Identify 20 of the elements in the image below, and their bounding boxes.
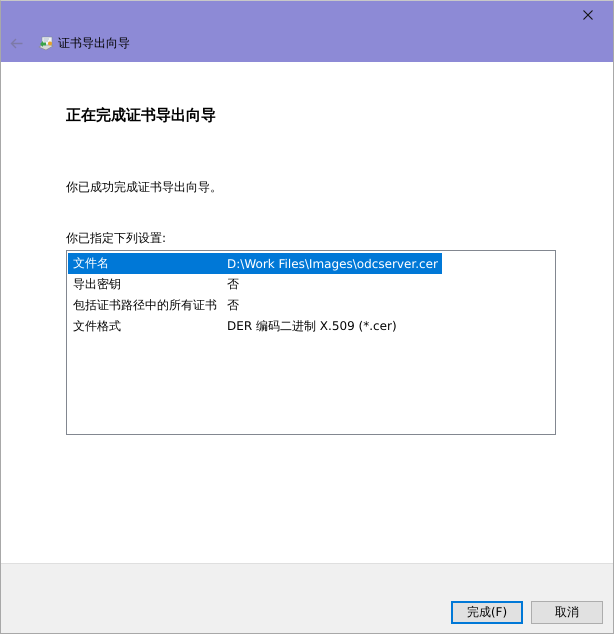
setting-value: 否 xyxy=(227,297,239,314)
settings-row[interactable]: 包括证书路径中的所有证书 否 xyxy=(68,295,243,316)
settings-label: 你已指定下列设置: xyxy=(66,230,168,246)
setting-name: 导出密钥 xyxy=(73,276,122,293)
setting-value: DER 编码二进制 X.509 (*.cer) xyxy=(227,318,397,335)
setting-value: D:\Work Files\Images\odcserver.cer xyxy=(227,256,438,270)
settings-row[interactable]: 文件格式 DER 编码二进制 X.509 (*.cer) xyxy=(68,316,401,337)
settings-row[interactable]: 导出密钥 否 xyxy=(68,274,243,295)
setting-name: 文件格式 xyxy=(73,318,122,335)
finish-button[interactable]: 完成(F) xyxy=(451,601,523,624)
cancel-button[interactable]: 取消 xyxy=(531,601,603,624)
certificate-icon xyxy=(38,35,54,51)
close-icon[interactable] xyxy=(583,10,593,20)
page-heading: 正在完成证书导出向导 xyxy=(66,105,217,125)
setting-name: 包括证书路径中的所有证书 xyxy=(73,297,218,314)
completion-message: 你已成功完成证书导出向导。 xyxy=(66,179,223,195)
setting-value: 否 xyxy=(227,276,239,293)
window-title: 证书导出向导 xyxy=(58,34,130,52)
setting-name: 文件名 xyxy=(73,255,110,272)
settings-row[interactable]: 文件名 D:\Work Files\Images\odcserver.cer xyxy=(68,253,442,274)
